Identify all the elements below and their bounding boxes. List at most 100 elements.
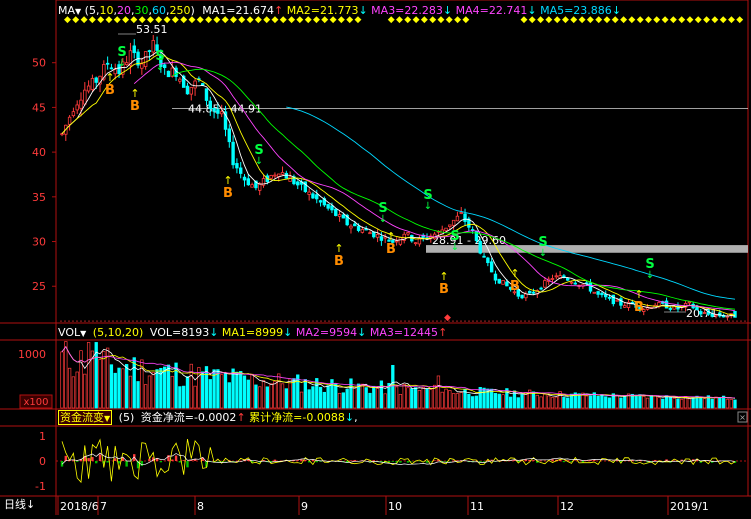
flow-bar bbox=[316, 461, 318, 462]
volume-bar bbox=[122, 369, 125, 408]
main-indicator-select[interactable]: MA▼ bbox=[58, 4, 81, 17]
volume-bar bbox=[179, 387, 182, 408]
sell-arrow-icon: ↓ bbox=[255, 156, 263, 167]
volume-indicator-select[interactable]: VOL▼ bbox=[58, 326, 86, 339]
ma1-value: MA1=21.674 bbox=[202, 4, 274, 17]
volume-bar bbox=[61, 352, 64, 408]
candle bbox=[350, 224, 353, 233]
candle-body bbox=[540, 288, 543, 289]
y-tick-label: 25 bbox=[32, 280, 46, 293]
flow-net-line bbox=[62, 439, 735, 482]
candle bbox=[460, 207, 463, 214]
volume-ma3: MA3=12445 bbox=[370, 326, 438, 339]
volume-bar bbox=[414, 388, 417, 408]
candle-body bbox=[110, 68, 113, 69]
candle bbox=[152, 35, 155, 56]
candle-body bbox=[217, 110, 220, 114]
flow-bar bbox=[114, 458, 116, 461]
candle-body bbox=[133, 46, 136, 53]
volume-bar bbox=[578, 394, 581, 408]
candle bbox=[72, 108, 75, 118]
volume-bar bbox=[144, 385, 147, 408]
volume-bar bbox=[137, 381, 140, 408]
volume-bar bbox=[319, 387, 322, 408]
flow-bar bbox=[525, 459, 527, 461]
candle-body bbox=[327, 205, 330, 209]
candle bbox=[87, 80, 90, 93]
candle bbox=[601, 292, 604, 298]
volume-bar bbox=[80, 351, 83, 408]
flow-indicator-label: 资金流变 bbox=[60, 411, 104, 424]
buy-signal: B bbox=[105, 83, 115, 98]
x-tick-label: 2019/1 bbox=[670, 500, 709, 513]
volume-bar bbox=[734, 400, 737, 408]
chart-canvas[interactable]: 2530354045502018/67891011122019/1◆◆◆◆◆◆◆… bbox=[0, 0, 751, 515]
candle-body bbox=[456, 216, 459, 221]
arrow-up-icon: ↑ bbox=[438, 326, 447, 339]
volume-bar bbox=[639, 395, 642, 408]
volume-bar bbox=[418, 390, 421, 408]
flow-bar bbox=[91, 457, 93, 461]
volume-bar bbox=[680, 399, 683, 408]
volume-indicator-header: VOL▼ (5,10,20) VOL=8193↓ MA1=8999↓ MA2=9… bbox=[58, 326, 447, 341]
signal-diamond: ◆ bbox=[678, 15, 685, 25]
flow-net-value: 资金净流=-0.0002 bbox=[141, 411, 237, 424]
volume-bar bbox=[255, 385, 258, 408]
candle bbox=[658, 301, 661, 308]
volume-bar bbox=[380, 381, 383, 408]
volume-ma1-line bbox=[62, 347, 735, 399]
volume-indicator-label: VOL bbox=[58, 326, 80, 339]
arrow-up-icon: ↑ bbox=[236, 411, 245, 424]
candle bbox=[487, 257, 490, 266]
flow-bar bbox=[483, 461, 485, 462]
candle-body bbox=[68, 117, 71, 124]
period-selector[interactable]: 日线↓ bbox=[4, 498, 35, 512]
signal-diamond: ◆ bbox=[645, 15, 652, 25]
volume-bar bbox=[182, 386, 185, 408]
candle bbox=[84, 82, 87, 106]
volume-bar bbox=[76, 372, 79, 408]
flow-bar bbox=[175, 456, 177, 461]
volume-bar bbox=[726, 399, 729, 408]
volume-bar bbox=[236, 372, 239, 408]
volume-bar bbox=[323, 392, 326, 408]
candle bbox=[312, 192, 315, 199]
candle-body bbox=[532, 292, 535, 293]
candle-body bbox=[711, 314, 714, 316]
flow-indicator-select[interactable]: 资金流变▼ bbox=[58, 410, 112, 425]
candle bbox=[418, 235, 421, 246]
buy-signal: B bbox=[439, 282, 449, 297]
y-tick-label: 40 bbox=[32, 146, 46, 159]
candle-body bbox=[574, 283, 577, 284]
volume-bar bbox=[452, 394, 455, 408]
candle-body bbox=[521, 295, 524, 298]
volume-bar bbox=[608, 398, 611, 408]
candle-body bbox=[270, 175, 273, 178]
volume-bar bbox=[563, 397, 566, 408]
x-tick-label: 12 bbox=[560, 500, 574, 513]
volume-bar bbox=[194, 386, 197, 408]
candle-body bbox=[623, 306, 626, 308]
flow-bar bbox=[563, 461, 565, 462]
volume-bar bbox=[289, 379, 292, 408]
volume-bar bbox=[479, 387, 482, 408]
volume-bar bbox=[175, 363, 178, 408]
candle-body bbox=[601, 293, 604, 294]
volume-bar bbox=[114, 373, 117, 408]
candle-body bbox=[361, 229, 364, 232]
volume-bar bbox=[635, 395, 638, 408]
candle bbox=[597, 291, 600, 298]
flow-bar bbox=[300, 459, 302, 461]
volume-bar bbox=[449, 390, 452, 408]
buy-signal: B bbox=[510, 279, 520, 294]
buy-signal: B bbox=[223, 186, 233, 201]
candle-body bbox=[91, 78, 94, 89]
candle-body bbox=[281, 173, 284, 175]
flow-bar bbox=[426, 461, 428, 463]
volume-bar bbox=[312, 387, 315, 408]
flow-bar bbox=[312, 460, 314, 461]
candle-body bbox=[369, 233, 372, 234]
x-tick-label: 10 bbox=[388, 500, 402, 513]
candle-body bbox=[243, 177, 246, 180]
arrow-down-icon: ↓ bbox=[26, 498, 35, 511]
